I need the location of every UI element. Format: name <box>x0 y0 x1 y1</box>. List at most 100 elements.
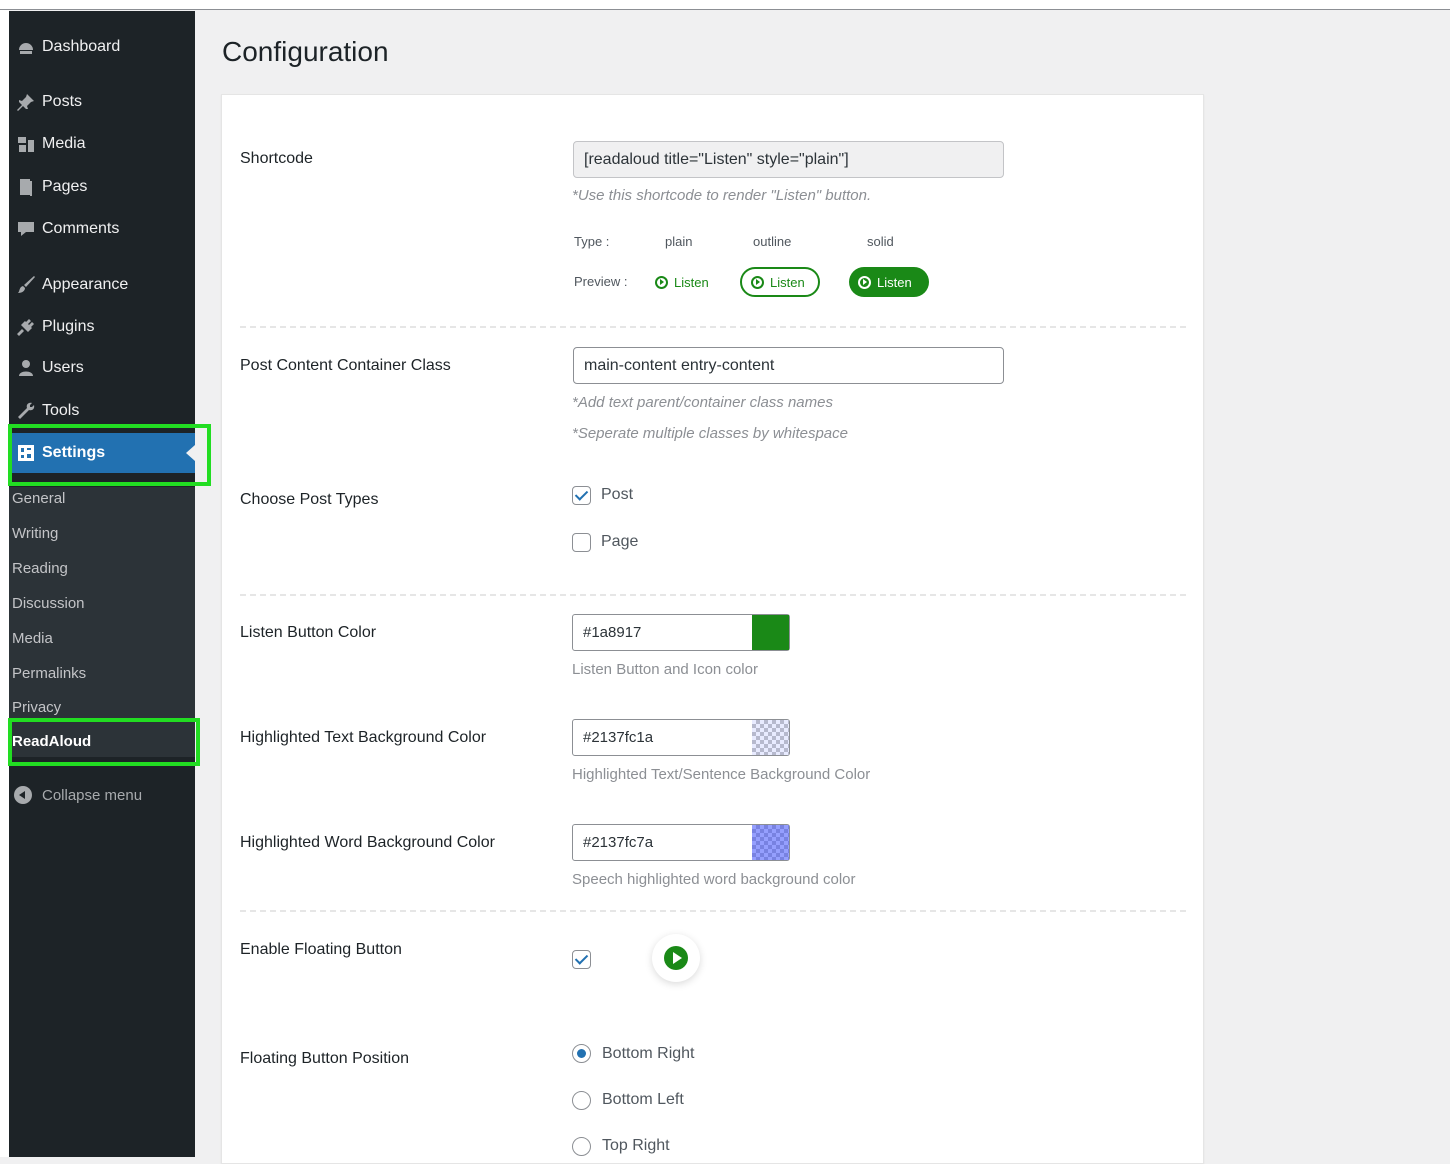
plug-icon <box>9 317 42 337</box>
preview-outline-listen-button[interactable]: Listen <box>740 267 820 297</box>
sidebar-item-label: Posts <box>42 93 83 110</box>
sidebar-item-posts[interactable]: Posts <box>9 85 195 119</box>
position-bottom-left-label: Bottom Left <box>602 1091 684 1108</box>
pages-icon <box>9 177 42 197</box>
submenu-item-readaloud[interactable]: ReadAloud <box>12 733 91 750</box>
play-circle-icon <box>655 275 668 289</box>
user-icon <box>9 358 42 378</box>
container-class-label: Post Content Container Class <box>240 357 451 374</box>
sidebar-item-label: Tools <box>42 402 80 419</box>
preview-button-label: Listen <box>877 274 912 290</box>
settings-icon <box>9 443 42 463</box>
current-menu-arrow <box>186 445 195 461</box>
sidebar-item-label: Users <box>42 359 84 376</box>
shortcode-label: Shortcode <box>240 150 313 167</box>
sidebar-item-label: Dashboard <box>42 38 121 55</box>
highlight-word-color-picker[interactable]: #2137fc7a <box>572 824 790 861</box>
section-divider <box>240 326 1186 328</box>
sidebar-item-users[interactable]: Users <box>9 351 195 385</box>
admin-sidebar: Dashboard Posts Media Pages Comments App… <box>9 11 195 1157</box>
highlight-text-color-swatch[interactable] <box>752 720 789 755</box>
media-icon <box>9 134 42 154</box>
post-types-label: Choose Post Types <box>240 491 379 508</box>
type-label: Type : <box>574 234 610 249</box>
section-divider <box>240 910 1186 912</box>
highlight-word-color-swatch[interactable] <box>752 825 789 860</box>
preview-button-label: Listen <box>674 274 709 290</box>
sidebar-item-appearance[interactable]: Appearance <box>9 268 195 302</box>
sidebar-item-tools[interactable]: Tools <box>9 394 195 428</box>
sidebar-item-label: Appearance <box>42 276 129 293</box>
submenu-item-media[interactable]: Media <box>12 630 53 647</box>
sidebar-item-dashboard[interactable]: Dashboard <box>9 30 195 64</box>
highlight-text-color-label: Highlighted Text Background Color <box>240 729 487 746</box>
preview-solid-listen-button[interactable]: Listen <box>849 267 929 297</box>
listen-color-swatch[interactable] <box>752 615 789 650</box>
container-class-hint: *Add text parent/container class names <box>572 394 833 411</box>
post-type-post-label: Post <box>601 486 634 503</box>
settings-submenu: General Writing Reading Discussion Media… <box>9 487 195 757</box>
sidebar-item-label: Media <box>42 135 86 152</box>
sidebar-item-label: Plugins <box>42 318 95 335</box>
pushpin-icon <box>9 92 42 112</box>
paintbrush-icon <box>9 275 42 295</box>
position-bottom-right-radio[interactable] <box>572 1044 591 1063</box>
section-divider <box>240 594 1186 596</box>
submenu-item-reading[interactable]: Reading <box>12 560 68 577</box>
container-class-hint-2: *Seperate multiple classes by whitespace <box>572 425 848 442</box>
listen-color-label: Listen Button Color <box>240 624 377 641</box>
type-plain-label: plain <box>665 234 693 249</box>
submenu-item-permalinks[interactable]: Permalinks <box>12 665 86 682</box>
highlight-text-color-value: #2137fc1a <box>583 729 654 746</box>
highlight-word-color-value: #2137fc7a <box>583 834 654 851</box>
sidebar-item-plugins[interactable]: Plugins <box>9 310 195 344</box>
type-solid-label: solid <box>867 234 894 249</box>
sidebar-item-media[interactable]: Media <box>9 127 195 161</box>
collapse-icon <box>9 786 37 804</box>
listen-color-picker[interactable]: #1a8917 <box>572 614 790 651</box>
submenu-item-privacy[interactable]: Privacy <box>12 699 61 716</box>
position-bottom-right-label: Bottom Right <box>602 1045 695 1062</box>
floating-position-label: Floating Button Position <box>240 1050 409 1067</box>
sidebar-item-settings[interactable]: Settings <box>9 433 195 473</box>
collapse-menu-label: Collapse menu <box>42 786 143 804</box>
sidebar-item-label: Settings <box>42 444 106 461</box>
listen-color-hint: Listen Button and Icon color <box>572 661 758 678</box>
highlight-word-color-hint: Speech highlighted word background color <box>572 871 856 888</box>
comment-icon <box>9 219 42 239</box>
container-class-input[interactable] <box>573 347 1004 384</box>
highlight-word-color-label: Highlighted Word Background Color <box>240 834 495 851</box>
preview-button-label: Listen <box>770 274 805 290</box>
preview-label: Preview : <box>574 274 628 289</box>
floating-button-label: Enable Floating Button <box>240 941 402 958</box>
dashboard-icon <box>9 37 42 57</box>
wrench-icon <box>9 401 42 421</box>
play-circle-icon <box>751 275 764 289</box>
shortcode-input[interactable] <box>573 141 1004 178</box>
type-outline-label: outline <box>753 234 792 249</box>
submenu-item-writing[interactable]: Writing <box>12 525 58 542</box>
top-border <box>0 0 1450 10</box>
post-type-post-checkbox[interactable] <box>572 486 591 505</box>
post-type-page-checkbox[interactable] <box>572 533 591 552</box>
page-title: Configuration <box>222 36 389 67</box>
shortcode-hint: *Use this shortcode to render "Listen" b… <box>572 187 872 204</box>
position-top-right-label: Top Right <box>602 1137 670 1154</box>
sidebar-item-comments[interactable]: Comments <box>9 212 195 246</box>
highlight-text-color-picker[interactable]: #2137fc1a <box>572 719 790 756</box>
position-bottom-left-radio[interactable] <box>572 1091 591 1110</box>
floating-button-preview[interactable] <box>652 934 700 982</box>
play-circle-icon <box>664 946 688 970</box>
play-circle-icon <box>858 275 871 289</box>
collapse-menu-button[interactable]: Collapse menu <box>9 781 195 809</box>
highlight-text-color-hint: Highlighted Text/Sentence Background Col… <box>572 766 871 783</box>
left-edge <box>0 10 9 1157</box>
listen-color-value: #1a8917 <box>583 624 642 641</box>
post-type-page-label: Page <box>601 533 639 550</box>
submenu-item-discussion[interactable]: Discussion <box>12 595 85 612</box>
position-top-right-radio[interactable] <box>572 1137 591 1156</box>
preview-plain-listen-button[interactable]: Listen <box>655 267 709 297</box>
submenu-item-general[interactable]: General <box>12 490 65 507</box>
sidebar-item-pages[interactable]: Pages <box>9 170 195 204</box>
floating-button-checkbox[interactable] <box>572 950 591 969</box>
